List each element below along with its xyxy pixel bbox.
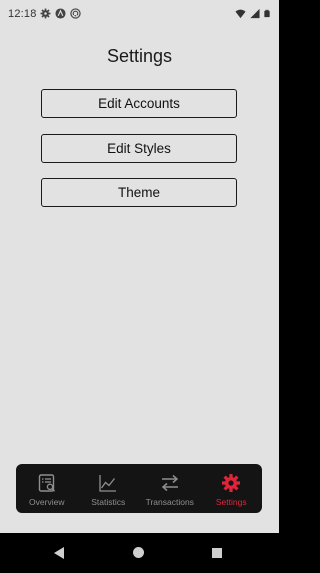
bottom-navigation: Overview Statistics Transactions Setting…: [16, 464, 262, 513]
chart-icon: [99, 475, 117, 492]
edit-styles-button[interactable]: Edit Styles: [41, 134, 237, 163]
theme-button[interactable]: Theme: [41, 178, 237, 207]
battery-icon: [264, 9, 270, 18]
nav-item-settings[interactable]: Settings: [201, 464, 263, 513]
nav-item-statistics[interactable]: Statistics: [78, 464, 140, 513]
transfer-icon: [161, 474, 178, 492]
wifi-icon: [235, 9, 246, 19]
signal-icon: [250, 8, 260, 19]
status-icons-right: [235, 8, 271, 19]
gear-icon: [40, 8, 51, 19]
sync-icon: [70, 8, 81, 19]
home-icon[interactable]: [133, 547, 144, 558]
edit-accounts-button[interactable]: Edit Accounts: [41, 89, 237, 118]
nav-label-transactions: Transactions: [145, 497, 194, 507]
status-icons-left: [40, 8, 81, 19]
nav-label-statistics: Statistics: [91, 497, 126, 507]
nav-item-transactions[interactable]: Transactions: [139, 464, 201, 513]
status-bar: 12:18: [0, 0, 279, 26]
back-icon[interactable]: [54, 547, 64, 559]
android-icon: [55, 8, 66, 19]
status-time: 12:18: [8, 8, 37, 20]
nav-label-overview: Overview: [29, 497, 65, 507]
gear-icon: [222, 474, 241, 492]
overview-icon: [38, 474, 55, 492]
settings-screen: 12:18 Settings Edit Accounts Edit Styles…: [0, 0, 279, 533]
system-navigation-bar: [0, 533, 279, 573]
nav-item-overview[interactable]: Overview: [16, 464, 78, 513]
page-title: Settings: [106, 46, 173, 66]
recents-icon[interactable]: [212, 548, 222, 558]
nav-label-settings: Settings: [215, 497, 247, 507]
